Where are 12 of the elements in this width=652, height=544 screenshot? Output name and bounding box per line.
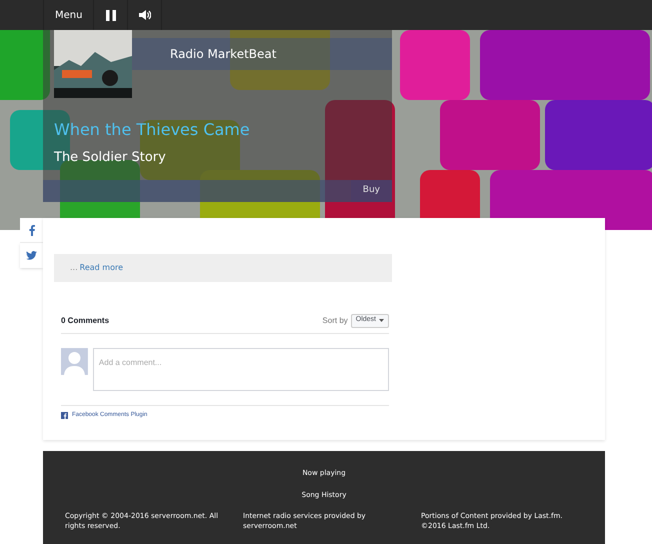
volume-icon [138, 10, 151, 20]
twitter-share-button[interactable] [20, 243, 43, 268]
ellipsis-text: ... [70, 262, 78, 274]
facebook-icon [61, 412, 68, 419]
comment-field[interactable]: Add a comment... [92, 348, 389, 391]
avatar-icon [61, 348, 88, 375]
comment-count: 0 Comments [61, 314, 110, 326]
bird-icon [26, 251, 37, 260]
sort-label: Sort by [322, 314, 348, 326]
caret-icon [379, 319, 384, 322]
read-more-link[interactable]: Read more [80, 262, 124, 274]
pause-icon [106, 10, 116, 20]
